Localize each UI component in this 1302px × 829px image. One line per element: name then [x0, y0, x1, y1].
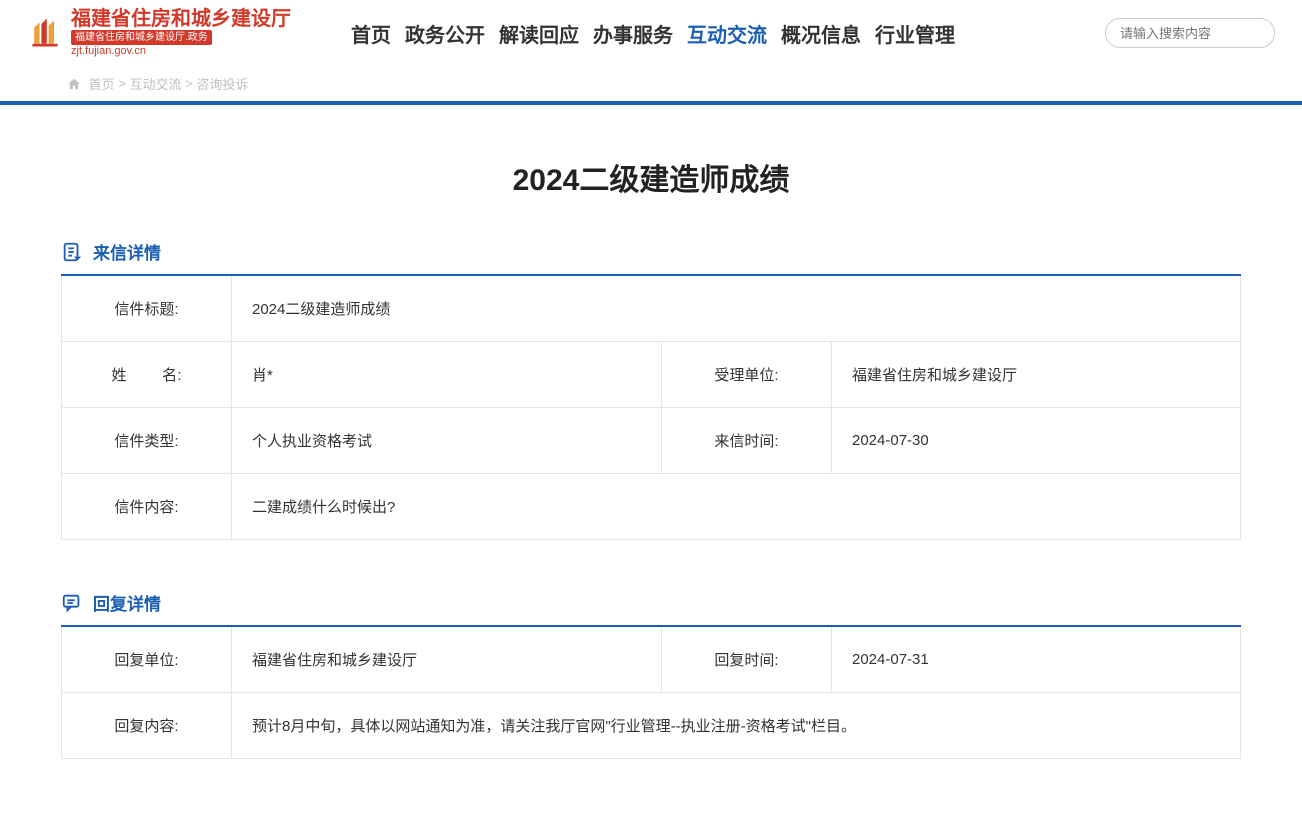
reply-section-title: 回复详情	[93, 590, 161, 615]
table-row: 姓 名: 肖* 受理单位: 福建省住房和城乡建设厅	[62, 342, 1241, 408]
breadcrumb: 首页 > 互动交流 > 咨询投诉	[11, 66, 1291, 101]
chat-icon	[61, 592, 83, 614]
logo-icon	[27, 15, 63, 51]
home-icon	[67, 77, 81, 91]
value-reply-content: 预计8月中旬，具体以网站通知为准，请关注我厅官网"行业管理--执业注册-资格考试…	[232, 693, 1241, 759]
nav-item-0[interactable]: 首页	[351, 19, 391, 48]
nav-item-5[interactable]: 概况信息	[781, 19, 861, 48]
table-row: 信件标题: 2024二级建造师成绩	[62, 275, 1241, 342]
reply-section-header: 回复详情	[61, 590, 1241, 615]
label-letter-content: 信件内容:	[62, 474, 232, 540]
breadcrumb-level2[interactable]: 咨询投诉	[196, 77, 248, 92]
letter-detail-table: 信件标题: 2024二级建造师成绩 姓 名: 肖* 受理单位: 福建省住房和城乡…	[61, 274, 1241, 540]
main-content: 2024二级建造师成绩 来信详情 信件标题: 2024二级建造师成绩 姓 名: …	[21, 105, 1281, 829]
label-letter-title: 信件标题:	[62, 275, 232, 342]
site-url: zjt.fujian.gov.cn	[71, 45, 291, 58]
breadcrumb-home[interactable]: 首页	[89, 77, 115, 92]
value-reply-time: 2024-07-31	[832, 626, 1241, 693]
nav-item-4[interactable]: 互动交流	[687, 19, 767, 48]
header: 福建省住房和城乡建设厅 福建省住房和城乡建设厅.政务 zjt.fujian.go…	[0, 0, 1302, 105]
page-title: 2024二级建造师成绩	[61, 125, 1241, 239]
label-letter-dept: 受理单位:	[662, 342, 832, 408]
table-row: 信件内容: 二建成绩什么时候出?	[62, 474, 1241, 540]
label-reply-time: 回复时间:	[662, 626, 832, 693]
nav-item-3[interactable]: 办事服务	[593, 19, 673, 48]
value-letter-content: 二建成绩什么时候出?	[232, 474, 1241, 540]
site-title: 福建省住房和城乡建设厅	[71, 8, 291, 30]
search-input[interactable]	[1120, 26, 1296, 41]
value-letter-name: 肖*	[232, 342, 662, 408]
label-letter-time: 来信时间:	[662, 408, 832, 474]
value-letter-dept: 福建省住房和城乡建设厅	[832, 342, 1241, 408]
letter-section-header: 来信详情	[61, 239, 1241, 264]
label-letter-name: 姓 名:	[62, 342, 232, 408]
letter-section-title: 来信详情	[93, 239, 161, 264]
value-reply-dept: 福建省住房和城乡建设厅	[232, 626, 662, 693]
main-nav: 首页政务公开解读回应办事服务互动交流概况信息行业管理	[351, 19, 955, 48]
label-reply-content: 回复内容:	[62, 693, 232, 759]
table-row: 信件类型: 个人执业资格考试 来信时间: 2024-07-30	[62, 408, 1241, 474]
table-row: 回复内容: 预计8月中旬，具体以网站通知为准，请关注我厅官网"行业管理--执业注…	[62, 693, 1241, 759]
value-letter-title: 2024二级建造师成绩	[232, 275, 1241, 342]
table-row: 回复单位: 福建省住房和城乡建设厅 回复时间: 2024-07-31	[62, 626, 1241, 693]
logo-group[interactable]: 福建省住房和城乡建设厅 福建省住房和城乡建设厅.政务 zjt.fujian.go…	[27, 8, 291, 58]
value-letter-time: 2024-07-30	[832, 408, 1241, 474]
reply-detail-table: 回复单位: 福建省住房和城乡建设厅 回复时间: 2024-07-31 回复内容:…	[61, 625, 1241, 759]
nav-item-6[interactable]: 行业管理	[875, 19, 955, 48]
search-box	[1105, 18, 1275, 48]
label-letter-type: 信件类型:	[62, 408, 232, 474]
nav-item-1[interactable]: 政务公开	[405, 19, 485, 48]
label-reply-dept: 回复单位:	[62, 626, 232, 693]
value-letter-type: 个人执业资格考试	[232, 408, 662, 474]
breadcrumb-level1[interactable]: 互动交流	[129, 77, 181, 92]
nav-item-2[interactable]: 解读回应	[499, 19, 579, 48]
site-subtitle: 福建省住房和城乡建设厅.政务	[71, 30, 212, 45]
document-icon	[61, 241, 83, 263]
